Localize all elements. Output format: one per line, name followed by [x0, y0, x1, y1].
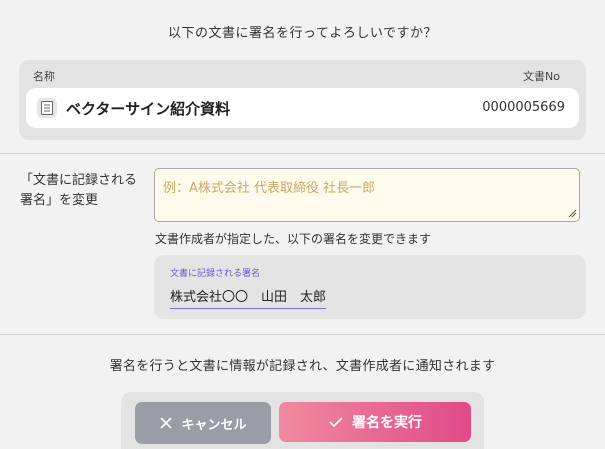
document-icon: [37, 98, 57, 118]
current-signature-label: 文書に記録される署名: [170, 269, 261, 279]
document-card: 名称 文書No ベクターサイン紹介資料 0000005669: [19, 60, 586, 140]
checkmark-icon: [329, 417, 343, 428]
button-area: キャンセル 署名を実行: [121, 392, 484, 449]
close-icon: [160, 417, 173, 429]
section-divider: [0, 334, 605, 335]
signature-input[interactable]: [154, 168, 580, 222]
current-signature-value: 株式会社〇〇 山田 太郎: [170, 286, 327, 309]
document-title: ベクターサイン紹介資料: [66, 100, 231, 118]
change-hint: 文書作成者が指定した、以下の署名を変更できます: [155, 232, 432, 246]
resize-handle-icon[interactable]: [567, 208, 577, 218]
current-signature-box: 文書に記録される署名 株式会社〇〇 山田 太郎: [154, 255, 586, 319]
execute-signature-button[interactable]: 署名を実行: [279, 402, 471, 442]
document-row: ベクターサイン紹介資料 0000005669: [26, 88, 579, 128]
execute-button-label: 署名を実行: [352, 415, 422, 431]
column-header-doc-no: 文書No: [523, 70, 560, 83]
change-signature-label: 「文書に記録される署名」を変更: [20, 173, 138, 208]
cancel-button[interactable]: キャンセル: [135, 402, 271, 444]
confirm-question: 以下の文書に署名を行ってよろしいですか？: [168, 26, 437, 41]
document-number: 0000005669: [482, 100, 565, 115]
notification-notice: 署名を行うと文書に情報が記録され、文書作成者に通知されます: [109, 359, 496, 374]
section-divider: [0, 153, 605, 154]
column-header-name: 名称: [33, 70, 55, 83]
cancel-button-label: キャンセル: [181, 417, 247, 433]
